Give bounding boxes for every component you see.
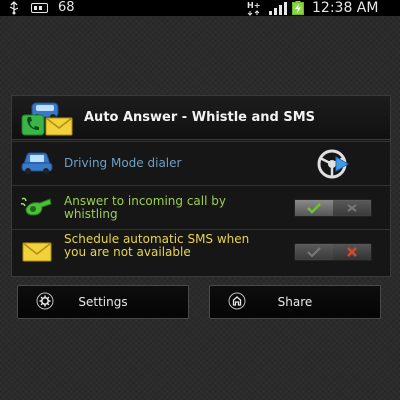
close-icon <box>347 247 357 257</box>
settings-label: Settings <box>78 295 128 309</box>
status-bar: 68 H+ 12:38 AM <box>0 0 400 16</box>
option-schedule-sms[interactable]: Schedule automatic SMS when you are not … <box>12 229 390 273</box>
play-wheel-button[interactable] <box>308 149 356 179</box>
sd-card-icon <box>31 3 48 13</box>
whistle-toggle[interactable] <box>294 199 372 217</box>
whistle-icon <box>20 197 52 216</box>
check-icon <box>307 203 321 214</box>
option-label: Schedule automatic SMS when you are not … <box>64 232 250 259</box>
toggle-off-segment <box>333 200 371 216</box>
hplus-network-icon: H+ <box>247 1 260 16</box>
option-label: Driving Mode dialer <box>64 156 182 170</box>
option-label: Answer to incoming call by whistling <box>64 194 226 221</box>
battery-percent: 68 <box>58 0 75 15</box>
app-header: Auto Answer - Whistle and SMS <box>12 96 390 140</box>
close-icon <box>347 204 357 212</box>
usb-icon <box>9 1 19 15</box>
option-driving-mode[interactable]: Driving Mode dialer <box>12 141 390 185</box>
option-whistle-answer[interactable]: Answer to incoming call by whistling <box>12 185 390 229</box>
battery-charging-icon <box>292 1 304 15</box>
share-label: Share <box>277 295 313 309</box>
share-button[interactable]: Share <box>209 285 381 319</box>
app-title: Auto Answer - Whistle and SMS <box>84 110 316 125</box>
toggle-on-segment <box>295 244 333 260</box>
svg-text:H+: H+ <box>247 1 260 10</box>
toggle-on-segment <box>295 200 333 216</box>
signal-icon <box>269 2 287 15</box>
clock: 12:38 AM <box>312 0 379 16</box>
sms-toggle[interactable] <box>294 243 372 261</box>
toggle-off-segment <box>333 244 371 260</box>
check-icon <box>307 247 321 258</box>
envelope-icon <box>22 242 52 262</box>
settings-button[interactable]: Settings <box>17 285 189 319</box>
options-panel: Auto Answer - Whistle and SMS Driving Mo… <box>11 95 391 277</box>
car-icon <box>21 152 53 174</box>
app-car-sms-icon <box>21 102 73 136</box>
